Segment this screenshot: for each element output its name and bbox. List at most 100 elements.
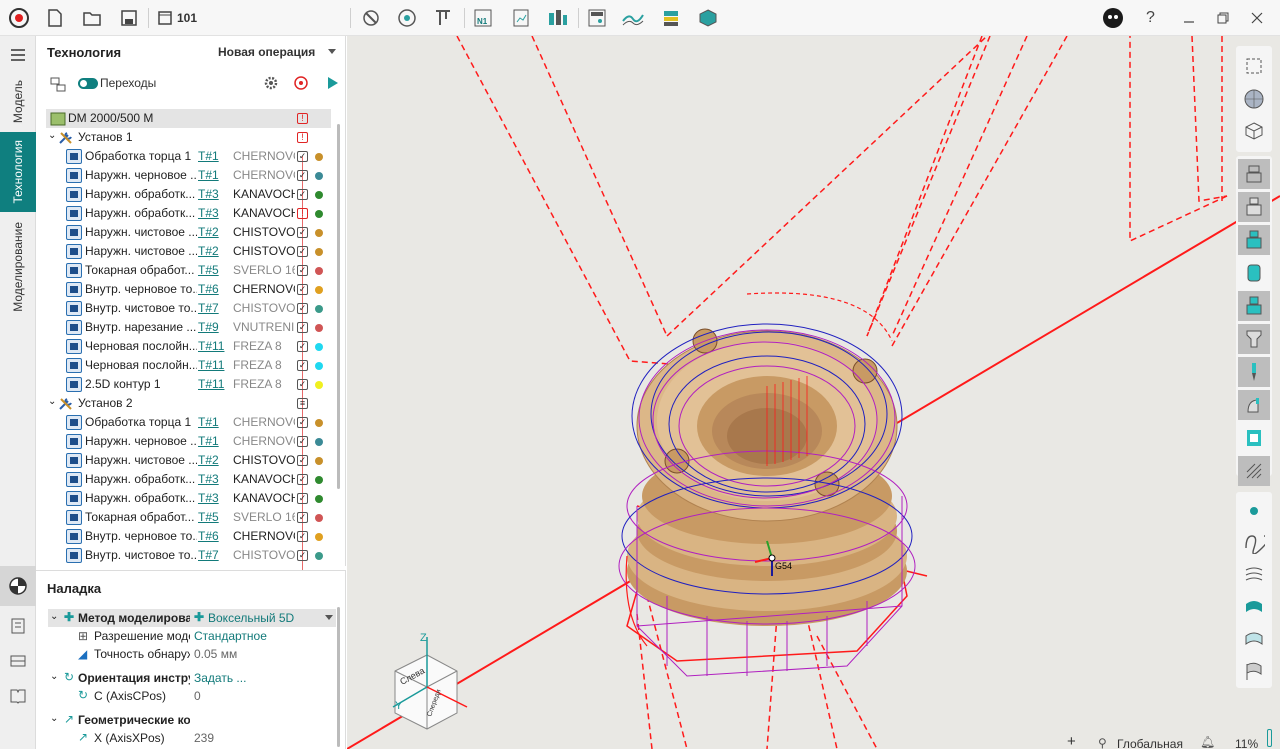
operation-row[interactable]: Внутр. нарезание ... T#9 VNUTRENII ✓ xyxy=(46,318,346,337)
operation-row[interactable]: Черновая послойн... T#11 FREZA 8 ✓ xyxy=(46,337,346,356)
operation-row[interactable]: Черновая послойн... T#11 FREZA 8 ✓ xyxy=(46,356,346,375)
x-axis-row[interactable]: ↗ X (AxisXPos) 239 xyxy=(48,729,348,747)
geometry-row[interactable]: ⌄ ↗ Геометрические ко xyxy=(48,711,348,729)
tab-modeling[interactable]: Моделирование xyxy=(0,212,36,322)
cutter-view-icon[interactable] xyxy=(1238,390,1270,420)
tool-icon[interactable] xyxy=(358,5,384,31)
tab-technology[interactable]: Технология xyxy=(0,132,36,212)
play-icon[interactable] xyxy=(326,75,340,94)
cylinder-view-icon[interactable] xyxy=(1238,258,1270,288)
tool-link[interactable]: T#6 xyxy=(198,529,228,543)
simulation-icon[interactable] xyxy=(545,5,571,31)
accuracy-row[interactable]: ◢ Точность обнаруж 0.05 мм xyxy=(48,645,348,663)
tool-link[interactable]: T#9 xyxy=(198,320,228,334)
curve-icon[interactable] xyxy=(1238,528,1270,558)
tool-link[interactable]: T#1 xyxy=(198,415,228,429)
orientation-value[interactable]: Задать ... xyxy=(194,671,246,685)
view-cube[interactable]: Z Y Слева Спереди xyxy=(387,631,477,731)
warning-icon[interactable]: ! xyxy=(297,132,308,143)
box-icon[interactable] xyxy=(695,5,721,31)
checkbox[interactable]: ✓ xyxy=(297,379,308,390)
checkbox[interactable]: ✓ xyxy=(297,550,308,561)
operation-row[interactable]: Обработка торца 1 T#1 CHERNOVO✓ xyxy=(46,147,346,166)
tool-link[interactable]: T#2 xyxy=(198,244,228,258)
resolution-row[interactable]: ⊞ Разрешение моде Стандартное xyxy=(48,627,348,645)
new-file-icon[interactable] xyxy=(42,5,68,31)
checkbox[interactable]: ✓ xyxy=(297,170,308,181)
operation-row[interactable]: Наружн. чистовое ... T#2 CHISTOVOI ✓ xyxy=(46,451,346,470)
operation-row[interactable]: Внутр. черновое то...T#6 CHERNOVO✓ xyxy=(46,527,346,546)
operation-row[interactable]: Наружн. обработк... T#3 KANAVOCH ✓ xyxy=(46,185,346,204)
tool-link[interactable]: T#3 xyxy=(198,472,228,486)
stock-icon[interactable] xyxy=(658,5,684,31)
operation-row[interactable]: Внутр. чистовое то... T#7 CHISTOVOI ✓ xyxy=(46,299,346,318)
operation-row[interactable]: Наружн. чистовое ... T#2 CHISTOVOI ✓ xyxy=(46,242,346,261)
calculate-icon[interactable] xyxy=(293,75,309,94)
setup-row[interactable]: ⌄ Установ 1! xyxy=(46,128,346,147)
warning-icon[interactable]: ! xyxy=(297,208,308,219)
tool-link[interactable]: T#7 xyxy=(198,301,228,315)
checkbox[interactable]: ✓ xyxy=(297,265,308,276)
3d-viewport[interactable]: G54 Z Y Слева Спереди + ⚲ Глобальная С 🔔… xyxy=(347,36,1280,749)
tool-link[interactable]: T#11 xyxy=(198,358,228,372)
coordinate-system-label[interactable]: Глобальная С xyxy=(1117,737,1185,749)
hatch-view-icon[interactable] xyxy=(1238,456,1270,486)
setup-scrollbar[interactable] xyxy=(337,607,340,747)
tool-link[interactable]: T#2 xyxy=(198,453,228,467)
flag-surface-icon[interactable] xyxy=(1238,656,1270,686)
transitions-toggle[interactable] xyxy=(78,78,98,89)
shaded-surface-icon[interactable] xyxy=(1238,592,1270,622)
tool-link[interactable]: T#11 xyxy=(198,339,228,353)
checkbox[interactable]: ✓ xyxy=(297,493,308,504)
tool-link[interactable]: T#2 xyxy=(198,225,228,239)
light-surface-icon[interactable] xyxy=(1238,624,1270,654)
checkbox[interactable]: ✓ xyxy=(297,512,308,523)
checkbox[interactable]: ✓ xyxy=(297,417,308,428)
add-button[interactable]: + xyxy=(1067,733,1076,749)
minimize-icon[interactable] xyxy=(1176,5,1202,31)
machine-row[interactable]: DM 2000/500 M ! xyxy=(46,109,331,128)
help-icon[interactable]: ? xyxy=(1146,9,1155,27)
open-folder-icon[interactable] xyxy=(79,5,105,31)
fit-view-icon[interactable] xyxy=(1238,51,1270,81)
machine-icon[interactable] xyxy=(584,5,610,31)
chart-icon[interactable] xyxy=(620,5,646,31)
gear-icon[interactable] xyxy=(263,75,279,94)
fixture-icon[interactable] xyxy=(0,646,36,676)
tab-model[interactable]: Модель xyxy=(0,72,36,132)
operation-row[interactable]: Токарная обработ... T#5 SVERLO 16 ✓ xyxy=(46,508,346,527)
fixture-view-icon[interactable] xyxy=(1238,291,1270,321)
zoom-indicator[interactable] xyxy=(1267,729,1272,747)
close-icon[interactable] xyxy=(1244,5,1270,31)
tree-scrollbar[interactable] xyxy=(337,124,340,489)
operation-row[interactable]: Наружн. черновое ...T#1 CHERNOVO✓ xyxy=(46,432,346,451)
tool-link[interactable]: T#3 xyxy=(198,206,228,220)
bell-icon[interactable]: 🔔︎ xyxy=(1200,735,1215,749)
setup-row[interactable]: ⌄ Установ 2 ≡ xyxy=(46,394,346,413)
checkbox[interactable]: ✓ xyxy=(297,474,308,485)
caliper-icon[interactable] xyxy=(430,5,456,31)
checkbox[interactable]: ✓ xyxy=(297,284,308,295)
tool-view-icon[interactable] xyxy=(1238,357,1270,387)
checkbox[interactable]: ✓ xyxy=(297,151,308,162)
tree-icon[interactable] xyxy=(50,76,66,95)
checkbox[interactable]: ✓ xyxy=(297,189,308,200)
tool-link[interactable]: T#6 xyxy=(198,282,228,296)
operation-row[interactable]: Наружн. обработк... T#3 KANAVOCH! xyxy=(46,204,346,223)
tool-link[interactable]: T#1 xyxy=(198,149,228,163)
tool-link[interactable]: T#3 xyxy=(198,187,228,201)
report-icon[interactable] xyxy=(508,5,534,31)
checkbox[interactable]: ✓ xyxy=(297,322,308,333)
checkbox[interactable]: ✓ xyxy=(297,227,308,238)
tool-link[interactable]: T#3 xyxy=(198,491,228,505)
new-operation-dropdown[interactable]: Новая операция xyxy=(218,45,338,61)
c-axis-row[interactable]: ↻ C (AxisCPos) 0 xyxy=(48,687,348,705)
tool-link[interactable]: T#5 xyxy=(198,510,228,524)
checkbox[interactable]: ✓ xyxy=(297,455,308,466)
operation-row[interactable]: Наружн. обработк... T#3 KANAVOCH ✓ xyxy=(46,489,346,508)
tool-link[interactable]: T#7 xyxy=(198,548,228,562)
orientation-row[interactable]: ⌄ ↻ Ориентация инстру Задать ... xyxy=(48,669,348,687)
part-view-icon[interactable] xyxy=(1238,192,1270,222)
stock-view-icon[interactable] xyxy=(1238,159,1270,189)
checkbox[interactable]: ✓ xyxy=(297,360,308,371)
